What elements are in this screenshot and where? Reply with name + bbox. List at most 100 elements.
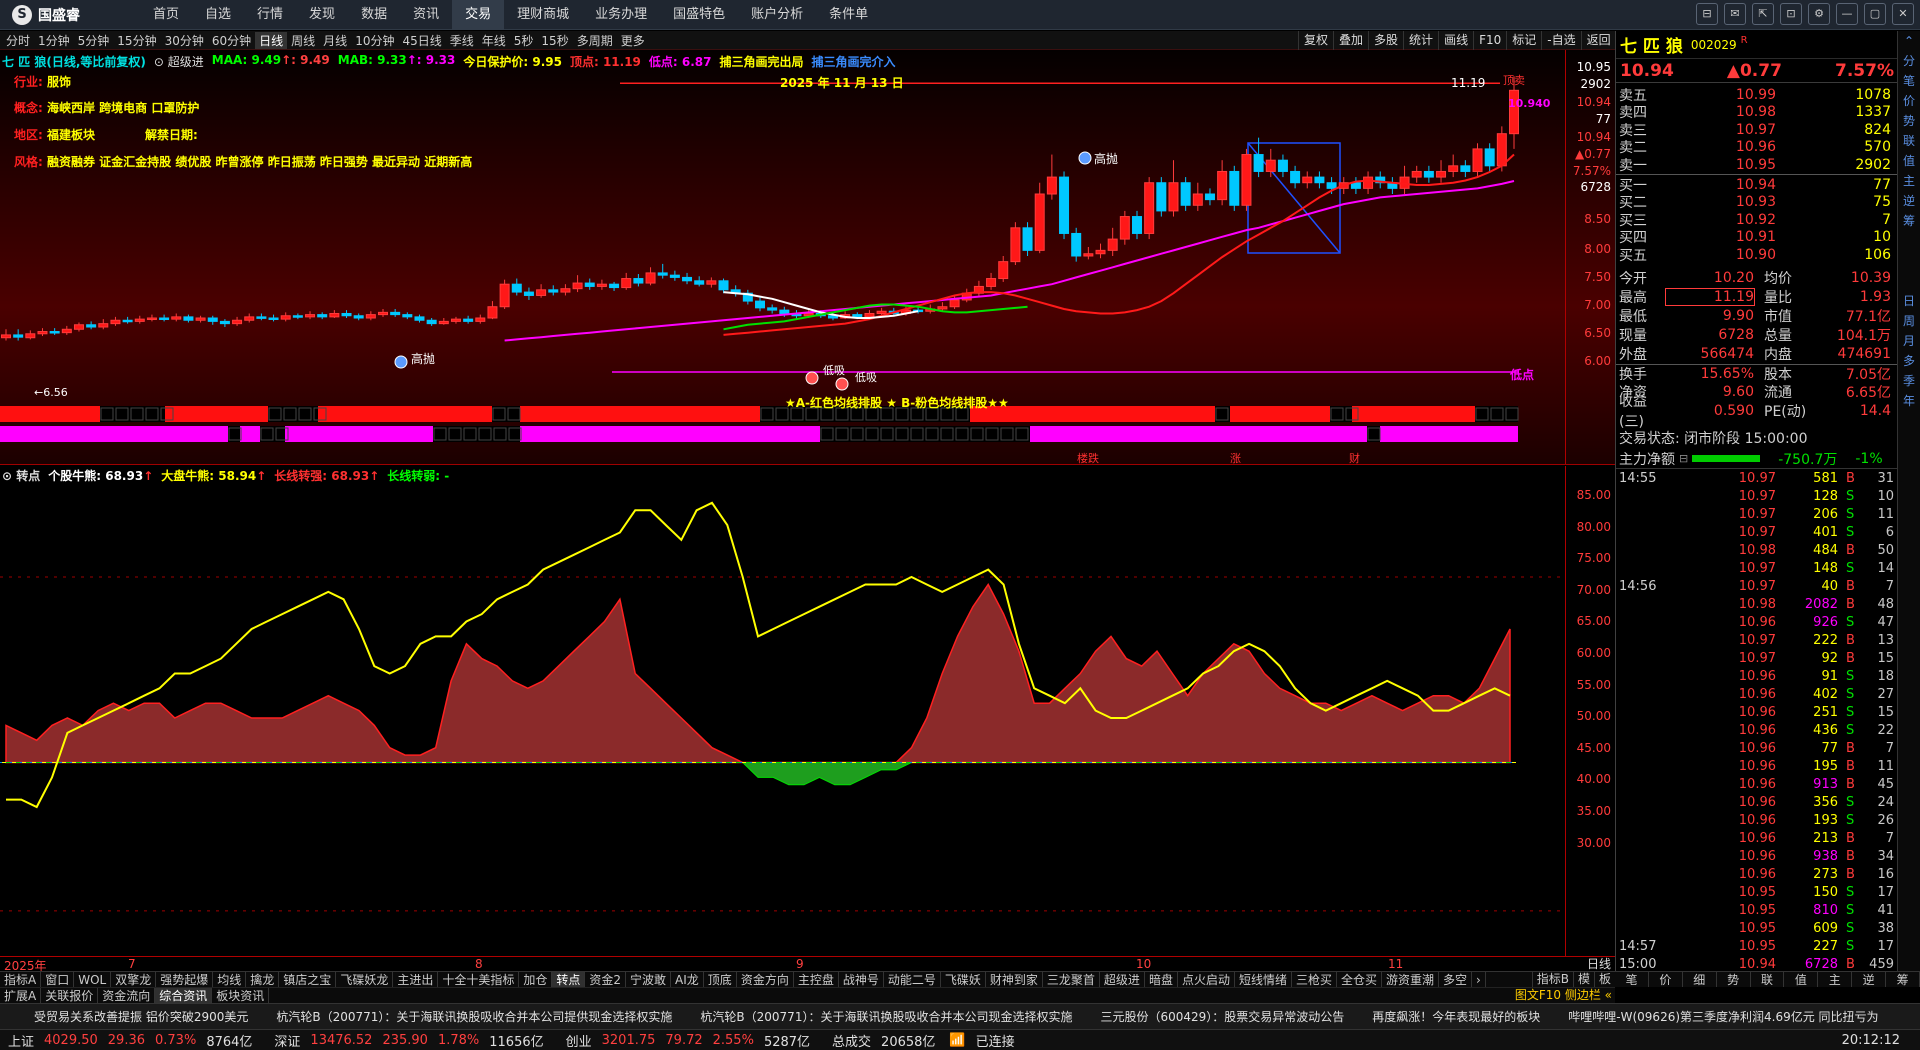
chart-tool-button-4[interactable]: 画线 [1438, 31, 1473, 50]
indicator-tab-14[interactable]: 宁波敢 [626, 972, 672, 987]
news-item[interactable]: 再度飙涨！今年表现最好的板块 [1372, 1008, 1540, 1025]
window-button-icon-7[interactable]: ✕ [1892, 3, 1914, 25]
chart-tool-button-5[interactable]: F10 [1473, 31, 1506, 50]
period-tab-14[interactable]: 15秒 [537, 32, 572, 49]
bid-row[interactable]: 买五 10.90 106 [1616, 246, 1898, 264]
nav-item-10[interactable]: 账户分析 [738, 0, 816, 30]
indicator-tab-27[interactable]: 短线情绪 [1235, 972, 1292, 987]
bottom-tab-4[interactable]: 板块资讯 [212, 988, 270, 1003]
nav-item-1[interactable]: 自选 [192, 0, 244, 30]
ask-row[interactable]: 卖四 10.98 1337 [1616, 104, 1898, 121]
quote-tab-2[interactable]: 细 [1683, 972, 1717, 987]
nav-item-11[interactable]: 条件单 [816, 0, 881, 30]
nav-item-6[interactable]: 交易 [452, 0, 505, 30]
news-item[interactable]: 杭汽轮B（200771）：关于海联讯换股吸收合并本公司现金选择权实施 [700, 1008, 1072, 1025]
nav-item-9[interactable]: 国盛特色 [660, 0, 738, 30]
indicator-tab-3[interactable]: 双擎龙 [111, 972, 157, 987]
period-tab-13[interactable]: 5秒 [510, 32, 538, 49]
side-tab-13[interactable]: 多 [1898, 351, 1920, 371]
indicator-tab-1[interactable]: 窗口 [41, 972, 75, 987]
news-item[interactable]: 杭汽轮B（200771）：关于海联讯换股吸收合并本公司提供现金选择权实施 [276, 1008, 672, 1025]
indicator-tab-7[interactable]: 镇店之宝 [279, 972, 337, 987]
indicator-tab-21[interactable]: 飞碟妖 [941, 972, 986, 987]
chart-title[interactable]: 七 匹 狼(日线,等比前复权) [2, 53, 146, 69]
indicator-tab-11[interactable]: 加仓 [519, 972, 553, 987]
stock-name[interactable]: 七 匹 狼 [1620, 32, 1683, 57]
quote-tab-1[interactable]: 价 [1649, 972, 1683, 987]
indicator-right-tab-0[interactable]: 指标B [1531, 971, 1573, 987]
nav-item-2[interactable]: 行情 [244, 0, 296, 30]
period-right-label[interactable]: 日线 [1583, 955, 1615, 971]
chart-tool-button-1[interactable]: 叠加 [1333, 31, 1368, 50]
quote-tab-0[interactable]: 笔 [1615, 972, 1649, 987]
side-tab-11[interactable]: 周 [1898, 311, 1920, 331]
f10-sidebar-link[interactable]: 图文F10 侧边栏 « [1512, 987, 1615, 1003]
indicator-tab-10[interactable]: 十全十美指标 [438, 972, 520, 987]
indicator-tab-4[interactable]: 强势起爆 [156, 972, 214, 987]
indicator-tab-26[interactable]: 点火启动 [1178, 972, 1235, 987]
indicator-chart[interactable] [0, 466, 1565, 956]
nav-item-3[interactable]: 发现 [296, 0, 348, 30]
side-tab-9[interactable]: 筹 [1898, 211, 1920, 231]
bottom-tab-1[interactable]: 关联报价 [41, 988, 99, 1003]
indicator-tab-25[interactable]: 暗盘 [1145, 972, 1178, 987]
news-item[interactable]: 受贸易关系改善提振 铝价突破2900美元 [34, 1008, 248, 1025]
bottom-tab-3[interactable]: 综合资讯 [155, 988, 213, 1003]
indicator-tab-2[interactable]: WOL [74, 972, 112, 987]
indicator-tab-28[interactable]: 三枪买 [1292, 972, 1337, 987]
nav-item-5[interactable]: 资讯 [400, 0, 452, 30]
bid-row[interactable]: 买二 10.93 75 [1616, 194, 1898, 211]
quote-tab-8[interactable]: 筹 [1886, 972, 1920, 987]
bid-row[interactable]: 买一 10.94 77 [1616, 176, 1898, 194]
window-button-icon-0[interactable]: ⊟ [1696, 3, 1718, 25]
news-item[interactable]: 三元股份（600429）：股票交易异常波动公告 [1100, 1008, 1344, 1025]
side-tab-14[interactable]: 季 [1898, 371, 1920, 391]
indicator-tab-13[interactable]: 资金2 [585, 972, 627, 987]
chart-tool-button-2[interactable]: 多股 [1368, 31, 1403, 50]
indicator-name[interactable]: ⊙ 超级进 [154, 53, 204, 69]
side-tab-8[interactable]: 逆 [1898, 191, 1920, 211]
indicator-tab-29[interactable]: 全仓买 [1337, 972, 1383, 987]
window-button-icon-6[interactable]: ▢ [1864, 3, 1886, 25]
cy-label[interactable]: 创业 [566, 1031, 592, 1050]
indicator-tab-17[interactable]: 资金方向 [737, 972, 794, 987]
bottom-tab-0[interactable]: 扩展A [0, 988, 42, 1003]
app-logo[interactable]: S 国盛睿 [12, 5, 80, 25]
quote-tab-5[interactable]: 值 [1784, 972, 1819, 987]
nav-item-7[interactable]: 理财商城 [504, 0, 582, 30]
sz-label[interactable]: 深证 [274, 1031, 300, 1050]
quote-tab-6[interactable]: 主 [1818, 972, 1853, 987]
bid-row[interactable]: 买四 10.91 10 [1616, 229, 1898, 246]
expand-icon[interactable]: ⊟ [1679, 452, 1688, 465]
chart-tool-button-8[interactable]: 返回 [1580, 31, 1616, 50]
period-tab-10[interactable]: 45日线 [398, 32, 445, 49]
side-tab-2[interactable]: 笔 [1898, 71, 1920, 91]
sub-indicator-name[interactable]: ⊙ 转点 [2, 467, 40, 484]
indicator-right-tab-2[interactable]: 板 [1593, 971, 1615, 987]
indicator-tab-20[interactable]: 动能二号 [884, 972, 941, 987]
window-button-icon-1[interactable]: ✉ [1724, 3, 1746, 25]
quote-tab-7[interactable]: 逆 [1852, 972, 1887, 987]
side-tab-4[interactable]: 势 [1898, 111, 1920, 131]
period-tab-12[interactable]: 年线 [478, 32, 510, 49]
period-tab-8[interactable]: 月线 [319, 32, 351, 49]
window-button-icon-2[interactable]: ⇱ [1752, 3, 1774, 25]
period-tab-0[interactable]: 分时 [2, 32, 34, 49]
nav-item-4[interactable]: 数据 [348, 0, 400, 30]
side-tab-12[interactable]: 月 [1898, 331, 1920, 351]
period-tab-9[interactable]: 10分钟 [351, 32, 398, 49]
nav-item-8[interactable]: 业务办理 [582, 0, 660, 30]
indicator-right-tab-1[interactable]: 模 [1572, 971, 1594, 987]
period-tab-16[interactable]: 更多 [617, 32, 649, 49]
indicator-tab-22[interactable]: 财神到家 [986, 972, 1043, 987]
period-tab-6[interactable]: 日线 [255, 31, 288, 49]
indicator-tab-16[interactable]: 顶底 [704, 972, 737, 987]
indicator-tab-0[interactable]: 指标A [0, 972, 42, 987]
bid-row[interactable]: 买三 10.92 7 [1616, 211, 1898, 229]
connection-status[interactable]: 已连接 [976, 1031, 1015, 1050]
sh-label[interactable]: 上证 [8, 1031, 34, 1050]
side-tab-10[interactable]: 日 [1898, 291, 1920, 311]
window-button-icon-5[interactable]: — [1836, 3, 1858, 25]
side-tab-7[interactable]: 主 [1898, 171, 1920, 191]
pane-divider[interactable] [0, 464, 1615, 465]
